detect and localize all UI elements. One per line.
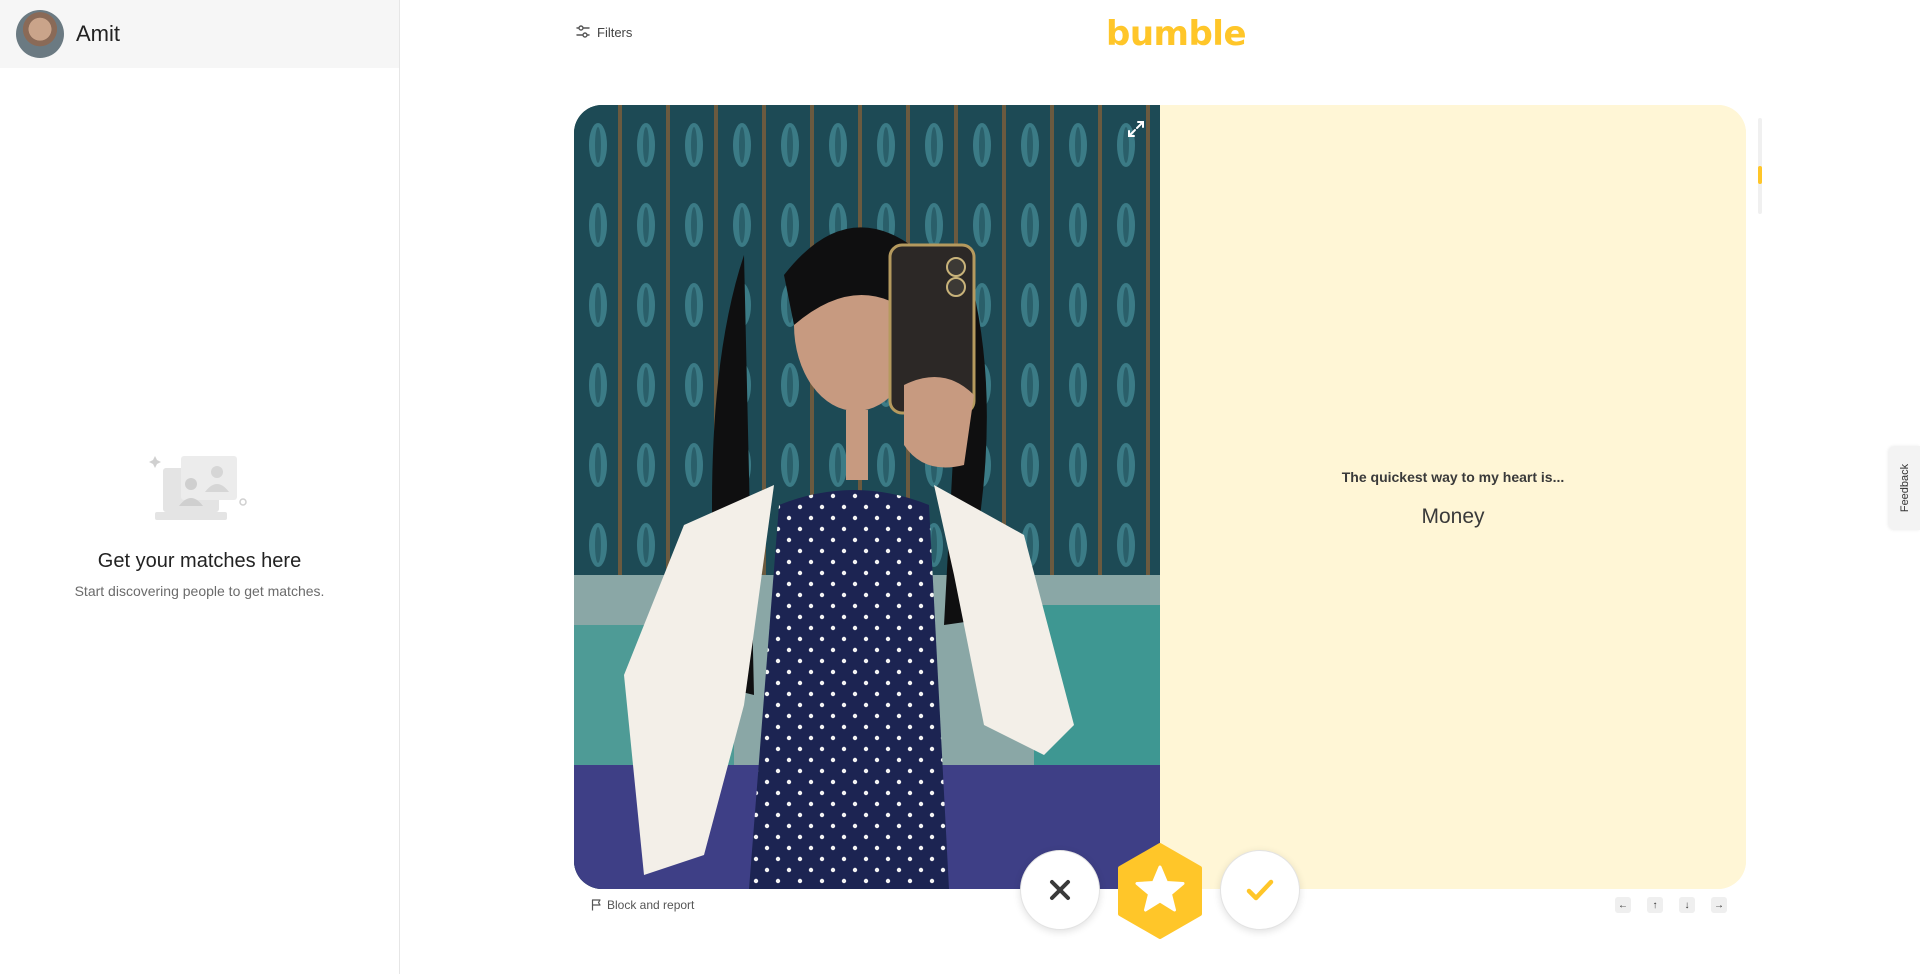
matches-empty-state: Get your matches here Start discovering … (0, 450, 399, 599)
profile-bar[interactable]: Amit (0, 0, 399, 68)
profile-photo[interactable] (574, 105, 1160, 889)
prompt-answer: Money (1421, 505, 1485, 528)
keyboard-shortcuts: ← ↑ ↓ → (1615, 897, 1727, 913)
profile-photo-image (574, 105, 1160, 889)
prompt-question: The quickest way to my heart is... (1341, 469, 1565, 485)
card-scroll-thumb[interactable] (1758, 166, 1762, 184)
block-and-report-label: Block and report (607, 898, 695, 912)
flag-icon (591, 899, 601, 911)
check-icon (1246, 879, 1274, 901)
avatar[interactable] (16, 10, 64, 58)
profile-name: Amit (76, 21, 120, 46)
like-button[interactable] (1220, 850, 1300, 930)
block-and-report-link[interactable]: Block and report (591, 898, 694, 912)
feedback-tab[interactable]: Feedback (1889, 446, 1920, 530)
filters-label: Filters (597, 24, 633, 40)
sliders-icon (576, 25, 590, 38)
filters-button[interactable]: Filters (575, 24, 632, 40)
superswipe-hexagon (1118, 843, 1202, 939)
sidebar: Amit Get your matches here Start discove… (0, 0, 400, 974)
key-right-hint: → (1711, 897, 1727, 913)
key-down-hint: ↓ (1679, 897, 1695, 913)
expand-icon[interactable] (1126, 119, 1146, 139)
swipe-actions (1020, 843, 1300, 939)
close-icon (1050, 880, 1070, 900)
feedback-label: Feedback (1898, 463, 1911, 513)
profile-prompt-panel: The quickest way to my heart is... Money (1160, 105, 1746, 889)
pass-button[interactable] (1020, 850, 1100, 930)
superswipe-button[interactable] (1112, 843, 1208, 939)
empty-state-title: Get your matches here (97, 550, 302, 572)
bumble-logo[interactable]: bumble (1106, 14, 1247, 54)
key-up-hint: ↑ (1647, 897, 1663, 913)
key-left-hint: ← (1615, 897, 1631, 913)
matches-illustration-icon (148, 456, 247, 520)
empty-state-subtitle: Start discovering people to get matches. (74, 583, 325, 599)
profile-card[interactable]: The quickest way to my heart is... Money (574, 105, 1746, 889)
card-scroll-track[interactable] (1758, 118, 1762, 214)
